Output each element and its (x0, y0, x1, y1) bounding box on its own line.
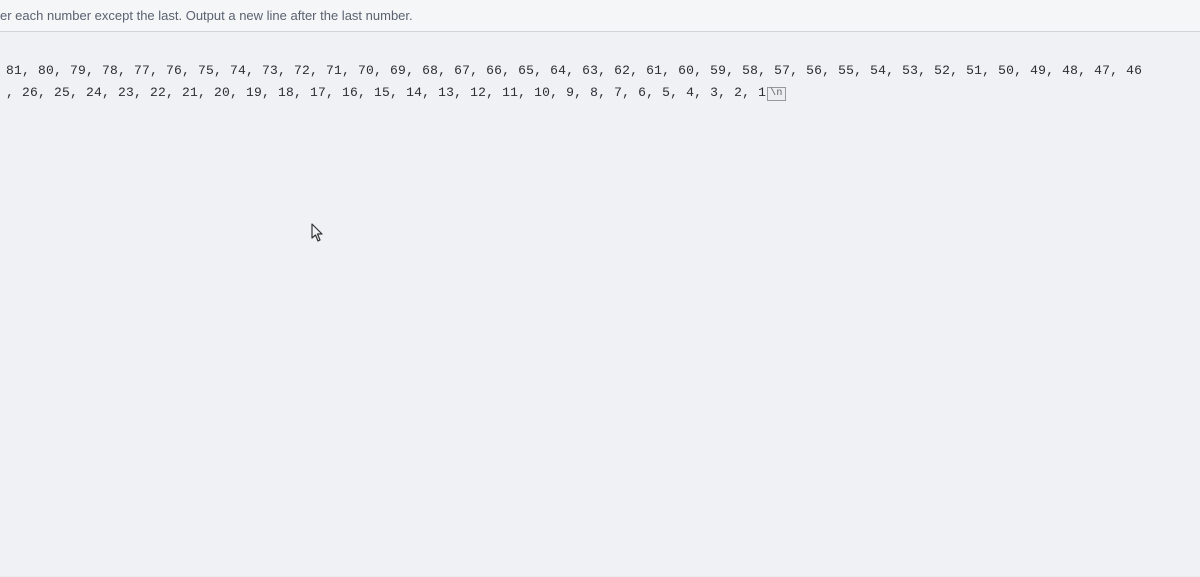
output-panel: 81, 80, 79, 78, 77, 76, 75, 74, 73, 72, … (0, 32, 1200, 576)
instruction-text: er each number except the last. Output a… (0, 8, 413, 23)
output-line-2: , 26, 25, 24, 23, 22, 21, 20, 19, 18, 17… (6, 82, 1200, 104)
output-text-1: 81, 80, 79, 78, 77, 76, 75, 74, 73, 72, … (6, 63, 1142, 78)
instruction-header: er each number except the last. Output a… (0, 0, 1200, 32)
output-text-2: , 26, 25, 24, 23, 22, 21, 20, 19, 18, 17… (6, 85, 766, 100)
output-line-1: 81, 80, 79, 78, 77, 76, 75, 74, 73, 72, … (6, 60, 1200, 82)
newline-marker: \n (767, 87, 785, 101)
